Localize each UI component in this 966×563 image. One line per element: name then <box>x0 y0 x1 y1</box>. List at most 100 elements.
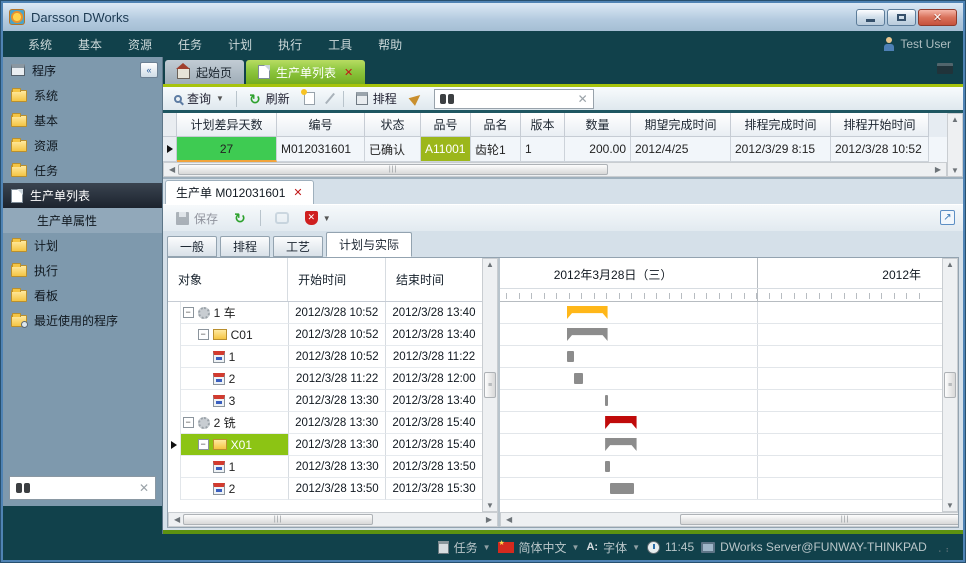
gantt-bar[interactable] <box>605 416 636 429</box>
scroll-left-icon[interactable]: ◀ <box>503 515 515 524</box>
hscroll-thumb[interactable]: ||| <box>178 164 608 175</box>
user-area[interactable]: Test User <box>883 37 951 51</box>
tree-row-1[interactable]: 12012/3/28 13:302012/3/28 13:50 <box>168 456 483 478</box>
order-grid-row[interactable]: 27M012031601已确认A11001齿轮11200.002012/4/25… <box>163 137 947 162</box>
menu-工具[interactable]: 工具 <box>315 32 365 57</box>
tree-node[interactable]: −C01 <box>181 324 289 346</box>
tree-row-2[interactable]: 22012/3/28 11:222012/3/28 12:00 <box>168 368 483 390</box>
tree-node[interactable]: 1 <box>181 346 290 368</box>
filter-input[interactable]: ✕ <box>434 89 594 109</box>
tree-row-C01[interactable]: −C012012/3/28 10:522012/3/28 13:40 <box>168 324 483 346</box>
column-header-数量[interactable]: 数量 <box>565 113 631 137</box>
sidebar-item-生产单属性[interactable]: 生产单属性 <box>3 208 162 233</box>
filter-clear-icon[interactable]: ✕ <box>578 92 588 106</box>
tree-column-header-结束时间[interactable]: 结束时间 <box>386 258 483 301</box>
column-header-排程完成时间[interactable]: 排程完成时间 <box>731 113 831 137</box>
open-in-window-icon[interactable]: ↗ <box>940 210 955 225</box>
sidebar-search-box[interactable]: ✕ <box>9 476 156 500</box>
gantt-bar[interactable] <box>605 395 607 406</box>
menu-系统[interactable]: 系统 <box>15 32 65 57</box>
title-bar[interactable]: Darsson DWorks ✕ <box>3 3 963 31</box>
scroll-right-icon[interactable]: ▶ <box>932 165 944 174</box>
scroll-down-icon[interactable]: ▼ <box>948 166 962 175</box>
tree-node[interactable]: 2 <box>181 478 290 500</box>
minimize-button[interactable] <box>856 9 885 26</box>
tree-row-X01[interactable]: −X012012/3/28 13:302012/3/28 15:40 <box>168 434 483 456</box>
gantt-bar[interactable] <box>567 351 574 362</box>
order-grid-vscrollbar[interactable]: ▲ ▼ <box>947 113 963 177</box>
tree-vscrollbar[interactable]: ▲ ≡ ▼ <box>482 258 498 512</box>
gantt-vscrollbar[interactable]: ▲ ≡ ▼ <box>942 258 958 512</box>
float-window-icon[interactable] <box>937 63 953 74</box>
detail-tab-close-icon[interactable]: ✕ <box>293 186 302 199</box>
tree-row-2[interactable]: 22012/3/28 13:502012/3/28 15:30 <box>168 478 483 500</box>
gantt-bar[interactable] <box>574 373 583 384</box>
vscroll-thumb[interactable]: ≡ <box>484 372 496 398</box>
tree-node[interactable]: −X01 <box>181 434 289 456</box>
menu-帮助[interactable]: 帮助 <box>365 32 415 57</box>
column-header-版本[interactable]: 版本 <box>521 113 565 137</box>
maximize-button[interactable] <box>887 9 916 26</box>
save-button[interactable]: 保存 <box>171 208 223 229</box>
edit-button[interactable] <box>324 90 336 107</box>
tab-起始页[interactable]: 起始页 <box>165 60 244 84</box>
column-header-品名[interactable]: 品名 <box>471 113 521 137</box>
tree-row-1-车[interactable]: −1 车2012/3/28 10:522012/3/28 13:40 <box>168 302 483 324</box>
column-header-期望完成时间[interactable]: 期望完成时间 <box>631 113 731 137</box>
gantt-bar[interactable] <box>610 483 634 494</box>
scroll-up-icon[interactable]: ▲ <box>948 115 962 124</box>
schedule-button[interactable]: 排程 <box>351 88 402 109</box>
scroll-down-icon[interactable]: ▼ <box>943 501 957 510</box>
tree-row-1[interactable]: 12012/3/28 10:522012/3/28 11:22 <box>168 346 483 368</box>
resize-grip[interactable]: ⡀⡄ <box>938 542 953 553</box>
sidebar-item-资源[interactable]: 资源 <box>3 133 162 158</box>
sidebar-item-任务[interactable]: 任务 <box>3 158 162 183</box>
tree-hscrollbar[interactable]: ◀ ||| ▶ <box>168 512 498 527</box>
sidebar-item-执行[interactable]: 执行 <box>3 258 162 283</box>
scroll-right-icon[interactable]: ▶ <box>483 515 495 524</box>
scroll-up-icon[interactable]: ▲ <box>943 260 957 269</box>
cancel-confirm-button[interactable]: ✕ ▼ <box>300 209 336 227</box>
gantt-bar[interactable] <box>567 306 608 319</box>
order-grid-hscrollbar[interactable]: ◀ ||| ▶ <box>163 162 947 177</box>
subtab-一般[interactable]: 一般 <box>167 236 217 257</box>
collapse-expander-icon[interactable]: − <box>183 417 194 428</box>
sidebar-item-生产单列表[interactable]: 生产单列表 <box>3 183 162 208</box>
column-header-编号[interactable]: 编号 <box>277 113 365 137</box>
column-header-计划差异天数[interactable]: 计划差异天数 <box>177 113 277 137</box>
order-detail-tab[interactable]: 生产单 M012031601 ✕ <box>165 180 314 204</box>
gantt-bar[interactable] <box>605 461 610 472</box>
refresh-button[interactable]: ↻ 刷新 <box>244 88 295 109</box>
hscroll-thumb[interactable]: ||| <box>680 514 958 525</box>
font-button[interactable]: A: 字体▼ <box>586 539 640 556</box>
subtab-工艺[interactable]: 工艺 <box>273 236 323 257</box>
menu-执行[interactable]: 执行 <box>265 32 315 57</box>
scroll-up-icon[interactable]: ▲ <box>483 260 497 269</box>
column-header-品号[interactable]: 品号 <box>421 113 471 137</box>
gantt-bar[interactable] <box>605 438 636 451</box>
hscroll-thumb[interactable]: ||| <box>183 514 373 525</box>
gantt-bar[interactable] <box>567 328 608 341</box>
sidebar-item-看板[interactable]: 看板 <box>3 283 162 308</box>
task-status-button[interactable]: 任务▼ <box>438 539 491 556</box>
tree-node[interactable]: 3 <box>181 390 290 412</box>
new-button[interactable] <box>299 90 320 107</box>
vscroll-thumb[interactable]: ≡ <box>944 372 956 398</box>
column-header-排程开始时间[interactable]: 排程开始时间 <box>831 113 929 137</box>
scroll-left-icon[interactable]: ◀ <box>171 515 183 524</box>
tree-row-2-铣[interactable]: −2 铣2012/3/28 13:302012/3/28 15:40 <box>168 412 483 434</box>
sidebar-item-计划[interactable]: 计划 <box>3 233 162 258</box>
collapse-expander-icon[interactable]: − <box>198 329 209 340</box>
subtab-排程[interactable]: 排程 <box>220 236 270 257</box>
query-button[interactable]: 查询▼ <box>169 88 229 109</box>
detail-refresh-button[interactable]: ↻ <box>229 210 251 226</box>
scroll-down-icon[interactable]: ▼ <box>483 501 497 510</box>
tab-close-icon[interactable]: ✕ <box>344 66 353 79</box>
gantt-hscrollbar[interactable]: ◀ ||| ▶ <box>500 512 958 527</box>
tree-column-header-开始时间[interactable]: 开始时间 <box>288 258 386 301</box>
sidebar-search-clear-icon[interactable]: ✕ <box>139 481 149 495</box>
column-header-状态[interactable]: 状态 <box>365 113 421 137</box>
sidebar-item-基本[interactable]: 基本 <box>3 108 162 133</box>
sidebar-collapse-button[interactable]: « <box>140 62 158 78</box>
sidebar-item-系统[interactable]: 系统 <box>3 83 162 108</box>
